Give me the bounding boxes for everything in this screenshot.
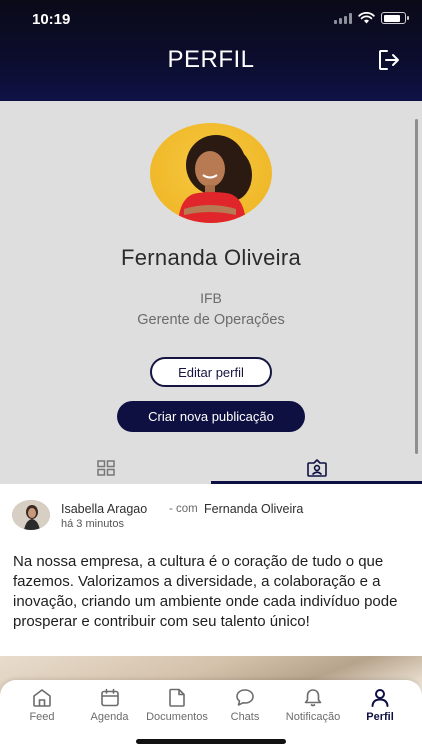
nav-item-perfil[interactable]: Perfil [364, 688, 396, 723]
scrollbar[interactable] [415, 119, 418, 454]
nav-label-notificacao: Notificação [285, 711, 341, 723]
profile-section: Fernanda Oliveira IFB Gerente de Operaçõ… [0, 101, 422, 484]
post-with-label: - com [169, 503, 198, 515]
home-icon [33, 689, 51, 707]
profile-avatar [150, 123, 272, 223]
nav-item-feed[interactable]: Feed [26, 688, 58, 723]
signal-icon [334, 12, 352, 24]
nav-label-documentos: Documentos [146, 711, 208, 723]
status-icons [334, 12, 409, 24]
nav-label-agenda: Agenda [90, 711, 129, 723]
nav-item-chats[interactable]: Chats [228, 688, 262, 723]
post-author-name[interactable]: Isabella Aragao [61, 502, 147, 516]
chat-icon [236, 689, 254, 706]
nav-label-feed: Feed [29, 711, 55, 723]
profile-name: Fernanda Oliveira [121, 245, 301, 270]
new-post-button[interactable]: Criar nova publicação [117, 401, 305, 432]
edit-profile-button[interactable]: Editar perfil [150, 357, 272, 387]
wifi-icon [358, 12, 375, 24]
battery-icon [381, 12, 409, 24]
status-time: 10:19 [32, 11, 71, 28]
nav-label-perfil: Perfil [366, 711, 394, 723]
home-indicator[interactable] [136, 739, 286, 744]
post-timestamp: há 3 minutos [61, 518, 124, 530]
author-photo [12, 500, 50, 530]
nav-item-documentos[interactable]: Documentos [143, 688, 211, 723]
nav-item-agenda[interactable]: Agenda [87, 688, 132, 723]
calendar-icon [100, 688, 119, 707]
post-author-avatar[interactable] [12, 500, 50, 530]
tab-posts-grid[interactable] [0, 451, 211, 484]
logout-icon[interactable] [376, 47, 402, 73]
tab-tagged-posts[interactable] [211, 451, 422, 484]
nav-item-notificacao[interactable]: Notificação [282, 688, 344, 723]
profile-icon [371, 689, 389, 707]
nav-label-chats: Chats [230, 711, 260, 723]
profile-role: Gerente de Operações [137, 312, 285, 328]
post-body-text: Na nossa empresa, a cultura é o coração … [13, 553, 398, 630]
post-tagged-user[interactable]: Fernanda Oliveira [204, 502, 303, 516]
document-icon [169, 688, 185, 707]
grid-icon [96, 459, 115, 476]
header: 10:19 PERFIL [0, 0, 422, 101]
profile-company: IFB [200, 290, 222, 306]
bell-icon [304, 689, 322, 707]
page-title: PERFIL [167, 46, 255, 73]
profile-screen: 10:19 PERFIL Fernanda Oliveira IFB Geren… [0, 0, 422, 750]
profile-photo [178, 135, 252, 223]
tagged-person-icon [306, 458, 327, 477]
